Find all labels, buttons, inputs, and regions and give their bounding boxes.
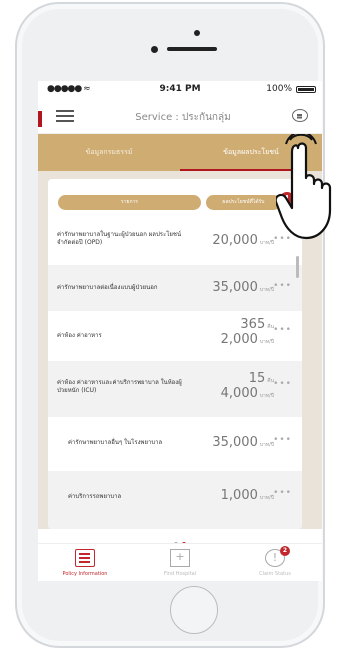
table-row[interactable]: ค่าบริการรถพยาบาล 1,000 บาท/ปี ••• [48,471,302,529]
camera-dot [194,30,200,36]
row-name: ค่ารักษาพยาบาลในฐานะผู้ป่วยนอก ผลประโยชน… [57,231,182,246]
row-amount: 20,000 บาท/ปี [212,233,274,248]
nav-find-hospital[interactable]: Find Hospital [133,544,227,581]
speaker-grille [167,47,217,51]
brand-marker [38,111,42,127]
nav-bar: Service : ประกันกลุ่ม [38,99,322,134]
hamburger-menu-icon[interactable] [56,110,74,122]
page-indicator [38,531,322,546]
battery-icon [296,86,316,93]
nav-label: Policy Information [62,571,108,577]
table-row[interactable]: ค่ารักษาพยาบาลอื่นๆ ในโรงพยาบาล 35,000 บา… [48,417,302,471]
more-icon[interactable]: ••• [273,488,292,498]
table-row[interactable]: ค่าห้อง ค่าอาหาร 365 คืน 2,000 บาท/ปี ••• [48,311,302,361]
table-row[interactable]: ค่ารักษาพยาบาลต่อเนื่องแบบผู้ป่วยนอก 35,… [48,265,302,311]
nav-claim-status[interactable]: 2 Claim Status [228,544,322,581]
nav-policy-information[interactable]: Policy Information [38,544,132,581]
row-amount: 15 คืน [248,371,274,386]
notification-badge: 2 [280,546,290,556]
page-title: Service : ประกันกลุ่ม [135,112,231,123]
chat-icon[interactable] [292,109,308,122]
more-icon[interactable]: ••• [273,379,292,389]
table-row[interactable]: ค่ารักษาพยาบาลในฐานะผู้ป่วยนอก ผลประโยชน… [48,217,302,265]
row-name: ค่ารักษาพยาบาลต่อเนื่องแบบผู้ป่วยนอก [57,284,158,291]
hand-pointer-icon [276,134,332,240]
row-name: ค่ารักษาพยาบาลอื่นๆ ในโรงพยาบาล [68,439,163,446]
row-amount-secondary: 2,000 บาท/ปี [220,332,274,347]
row-name: ค่าห้อง ค่าอาหารและค่าบริการพยาบาล ในห้อ… [57,379,182,394]
more-icon[interactable]: ••• [273,435,292,445]
battery-percent: 100% [266,84,292,94]
nav-label: Claim Status [259,571,291,577]
nav-label: Find Hospital [163,571,197,577]
header-benefit: ผลประโยชน์ที่ได้รับ [206,195,281,210]
home-button[interactable] [170,586,218,634]
row-amount: 35,000 บาท/ปี [212,435,274,450]
more-icon[interactable]: ••• [273,325,292,335]
policy-icon [75,549,95,567]
table-row[interactable]: ค่าห้อง ค่าอาหารและค่าบริการพยาบาล ในห้อ… [48,361,302,417]
row-name: ค่าบริการรถพยาบาล [68,493,122,500]
benefits-card: รายการ ผลประโยชน์ที่ได้รับ ค่ารักษาพยาบา… [48,179,302,529]
hospital-icon [170,549,190,567]
row-amount: 35,000 บาท/ปี [212,280,274,295]
row-amount: 1,000 บาท/ปี [220,488,274,503]
front-camera [151,46,158,53]
header-item: รายการ [58,195,201,210]
scrollbar[interactable] [296,256,299,278]
row-name: ค่าห้อง ค่าอาหาร [57,332,102,339]
row-amount-secondary: 4,000 บาท/ปี [220,386,274,401]
row-amount: 365 คืน [240,317,274,332]
tab-policy-info[interactable]: ข้อมูลกรมธรรม์ [38,134,180,171]
status-bar: ●●●●● ≈ 9:41 PM 100% [38,81,322,98]
bottom-nav: Policy Information Find Hospital 2 Claim… [38,543,322,581]
more-icon[interactable]: ••• [273,281,292,291]
